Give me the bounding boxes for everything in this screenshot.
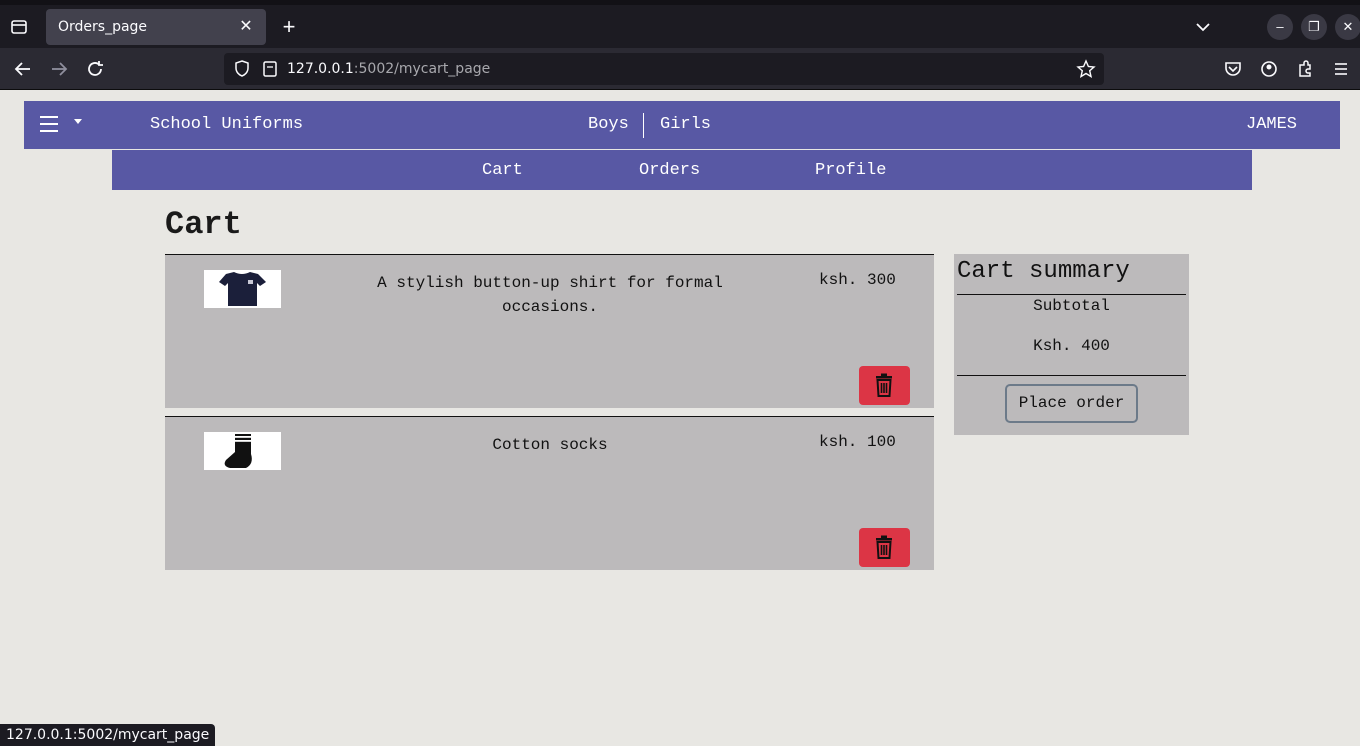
reload-icon[interactable] bbox=[82, 56, 108, 82]
subnav-profile-link[interactable]: Profile bbox=[815, 161, 886, 180]
chevron-down-icon[interactable] bbox=[1190, 14, 1216, 40]
tabbar-edge bbox=[0, 0, 1360, 5]
tab-list-icon[interactable] bbox=[6, 14, 32, 40]
browser-navbar: 127.0.0.1:5002/mycart_page bbox=[0, 48, 1360, 90]
pocket-icon[interactable] bbox=[1220, 56, 1246, 82]
tab-title: Orders_page bbox=[58, 19, 148, 35]
summary-title: Cart summary bbox=[957, 258, 1130, 285]
cart-summary: Cart summary Subtotal Ksh. 400 Place ord… bbox=[954, 254, 1189, 435]
delete-item-button[interactable] bbox=[859, 366, 910, 405]
back-arrow-icon[interactable] bbox=[10, 56, 36, 82]
item-price: ksh. 100 bbox=[819, 433, 896, 451]
user-name-link[interactable]: JAMES bbox=[1246, 115, 1297, 134]
page-info-icon[interactable] bbox=[258, 57, 282, 81]
sub-navigation: Cart Orders Profile bbox=[112, 150, 1252, 190]
new-tab-icon[interactable]: + bbox=[278, 14, 300, 40]
nav-divider bbox=[643, 113, 644, 138]
status-url-preview: 127.0.0.1:5002/mycart_page bbox=[0, 724, 216, 746]
cart-item: Cotton socks ksh. 100 bbox=[165, 416, 934, 570]
hamburger-menu-icon[interactable] bbox=[38, 113, 60, 135]
dropdown-caret-icon[interactable] bbox=[74, 119, 82, 124]
nav-girls-link[interactable]: Girls bbox=[660, 115, 711, 134]
url-host: 127.0.0.1 bbox=[287, 61, 354, 77]
socks-image bbox=[204, 432, 281, 470]
item-description: Cotton socks bbox=[492, 436, 608, 454]
summary-divider bbox=[957, 294, 1186, 295]
window-close-icon[interactable]: ✕ bbox=[1335, 14, 1360, 40]
browser-tabbar: Orders_page ✕ + – ❐ ✕ bbox=[0, 0, 1360, 48]
url-bar[interactable]: 127.0.0.1:5002/mycart_page bbox=[224, 53, 1104, 85]
subtotal-label: Subtotal bbox=[1033, 297, 1110, 315]
close-tab-icon[interactable]: ✕ bbox=[236, 17, 256, 37]
minimize-icon[interactable]: – bbox=[1267, 14, 1293, 40]
delete-item-button[interactable] bbox=[859, 528, 910, 567]
url-path: :5002/mycart_page bbox=[353, 61, 491, 77]
bookmark-star-icon[interactable] bbox=[1074, 57, 1098, 81]
brand-link[interactable]: School Uniforms bbox=[150, 115, 303, 134]
app-menu-icon[interactable] bbox=[1328, 56, 1354, 82]
page-title: Cart bbox=[165, 206, 242, 243]
summary-divider bbox=[957, 375, 1186, 376]
tab-orders-page[interactable]: Orders_page ✕ bbox=[46, 9, 266, 45]
item-price: ksh. 300 bbox=[819, 271, 896, 289]
forward-arrow-icon[interactable] bbox=[46, 56, 72, 82]
subnav-orders-link[interactable]: Orders bbox=[639, 161, 700, 180]
extensions-icon[interactable] bbox=[1292, 56, 1318, 82]
shirt-image bbox=[204, 270, 281, 308]
cart-item: A stylish button-up shirt for formal occ… bbox=[165, 254, 934, 408]
nav-boys-link[interactable]: Boys bbox=[588, 115, 629, 134]
item-description: A stylish button-up shirt for formal occ… bbox=[377, 274, 723, 316]
site-header: School Uniforms Boys Girls JAMES bbox=[24, 101, 1340, 149]
shield-icon[interactable] bbox=[230, 57, 254, 81]
account-icon[interactable] bbox=[1256, 56, 1282, 82]
trash-icon bbox=[876, 535, 892, 559]
subnav-cart-link[interactable]: Cart bbox=[482, 161, 523, 180]
url-text: 127.0.0.1:5002/mycart_page bbox=[287, 61, 490, 77]
subtotal-value: Ksh. 400 bbox=[1033, 337, 1110, 355]
trash-icon bbox=[876, 373, 892, 397]
place-order-button[interactable]: Place order bbox=[1005, 384, 1138, 423]
restore-icon[interactable]: ❐ bbox=[1301, 14, 1327, 40]
